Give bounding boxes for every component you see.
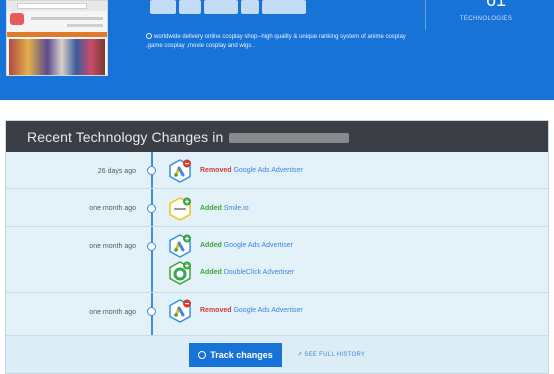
timeline-dot bbox=[147, 166, 156, 175]
change-action-added: Added bbox=[200, 242, 222, 249]
change-date: one month ago bbox=[89, 243, 136, 250]
change-date: one month ago bbox=[89, 309, 136, 316]
change-date: one month ago bbox=[89, 205, 136, 212]
domain-redacted bbox=[229, 133, 350, 144]
change-action-removed: Removed bbox=[200, 307, 232, 314]
track-changes-button[interactable]: Track changes bbox=[189, 343, 282, 367]
changes-footer: Track changes ↗ SEE FULL HISTORY bbox=[6, 335, 548, 373]
site-hero-banner: worldwide delivery online cosplay shop--… bbox=[0, 0, 554, 100]
recent-changes-title-text: Recent Technology Changes in bbox=[27, 129, 224, 145]
change-text: Added Google Ads Advertiser bbox=[200, 242, 293, 249]
divider bbox=[425, 0, 426, 30]
technologies-count[interactable]: 61 bbox=[466, 0, 526, 11]
see-full-history-label: SEE FULL HISTORY bbox=[304, 352, 366, 358]
technology-link[interactable]: DoubleClick Advertiser bbox=[224, 269, 294, 276]
change-text: Removed Google Ads Advertiser bbox=[200, 307, 303, 314]
recent-changes-header: Recent Technology Changes in bbox=[6, 121, 548, 152]
change-text: Added DoubleClick Advertiser bbox=[200, 269, 294, 276]
change-row: one month ago Added Smile.io bbox=[6, 189, 548, 227]
recent-changes-card: Recent Technology Changes in 26 days ago… bbox=[5, 120, 549, 374]
change-date: 26 days ago bbox=[97, 168, 136, 175]
technology-link[interactable]: Google Ads Advertiser bbox=[224, 242, 293, 249]
site-description-text: worldwide delivery online cosplay shop--… bbox=[146, 34, 406, 49]
change-row: one month ago Added Google Ads Advertise… bbox=[6, 227, 548, 293]
recent-changes-title: Recent Technology Changes in bbox=[27, 129, 350, 145]
technology-link[interactable]: Smile.io bbox=[224, 205, 249, 212]
change-action-added: Added bbox=[200, 269, 222, 276]
technologies-label[interactable]: TECHNOLOGIES bbox=[426, 16, 546, 22]
change-row: one month ago Removed Google Ads Adverti… bbox=[6, 293, 548, 335]
clock-icon bbox=[146, 33, 152, 39]
timeline-dot bbox=[147, 307, 156, 316]
smile-io-icon bbox=[169, 197, 191, 221]
google-ads-icon bbox=[169, 159, 191, 183]
timeline-dot bbox=[147, 242, 156, 251]
change-text: Added Smile.io bbox=[200, 205, 249, 212]
site-screenshot-thumbnail[interactable] bbox=[6, 0, 108, 76]
google-ads-icon bbox=[169, 234, 191, 258]
eye-icon bbox=[198, 351, 207, 359]
change-text: Removed Google Ads Advertiser bbox=[200, 167, 303, 174]
doubleclick-icon bbox=[169, 261, 191, 285]
trend-icon: ↗ bbox=[297, 352, 303, 358]
site-description: worldwide delivery online cosplay shop--… bbox=[146, 33, 406, 51]
change-action-removed: Removed bbox=[200, 167, 232, 174]
site-domain-redacted bbox=[150, 0, 330, 18]
track-changes-label: Track changes bbox=[210, 350, 273, 360]
technology-link[interactable]: Google Ads Advertiser bbox=[233, 167, 302, 174]
timeline-dot bbox=[147, 204, 156, 213]
change-row: 26 days ago Removed Google Ads Advertise… bbox=[6, 152, 548, 189]
see-full-history-link[interactable]: ↗ SEE FULL HISTORY bbox=[297, 351, 365, 358]
google-ads-icon bbox=[169, 299, 191, 323]
change-action-added: Added bbox=[200, 205, 222, 212]
technology-link[interactable]: Google Ads Advertiser bbox=[233, 307, 302, 314]
